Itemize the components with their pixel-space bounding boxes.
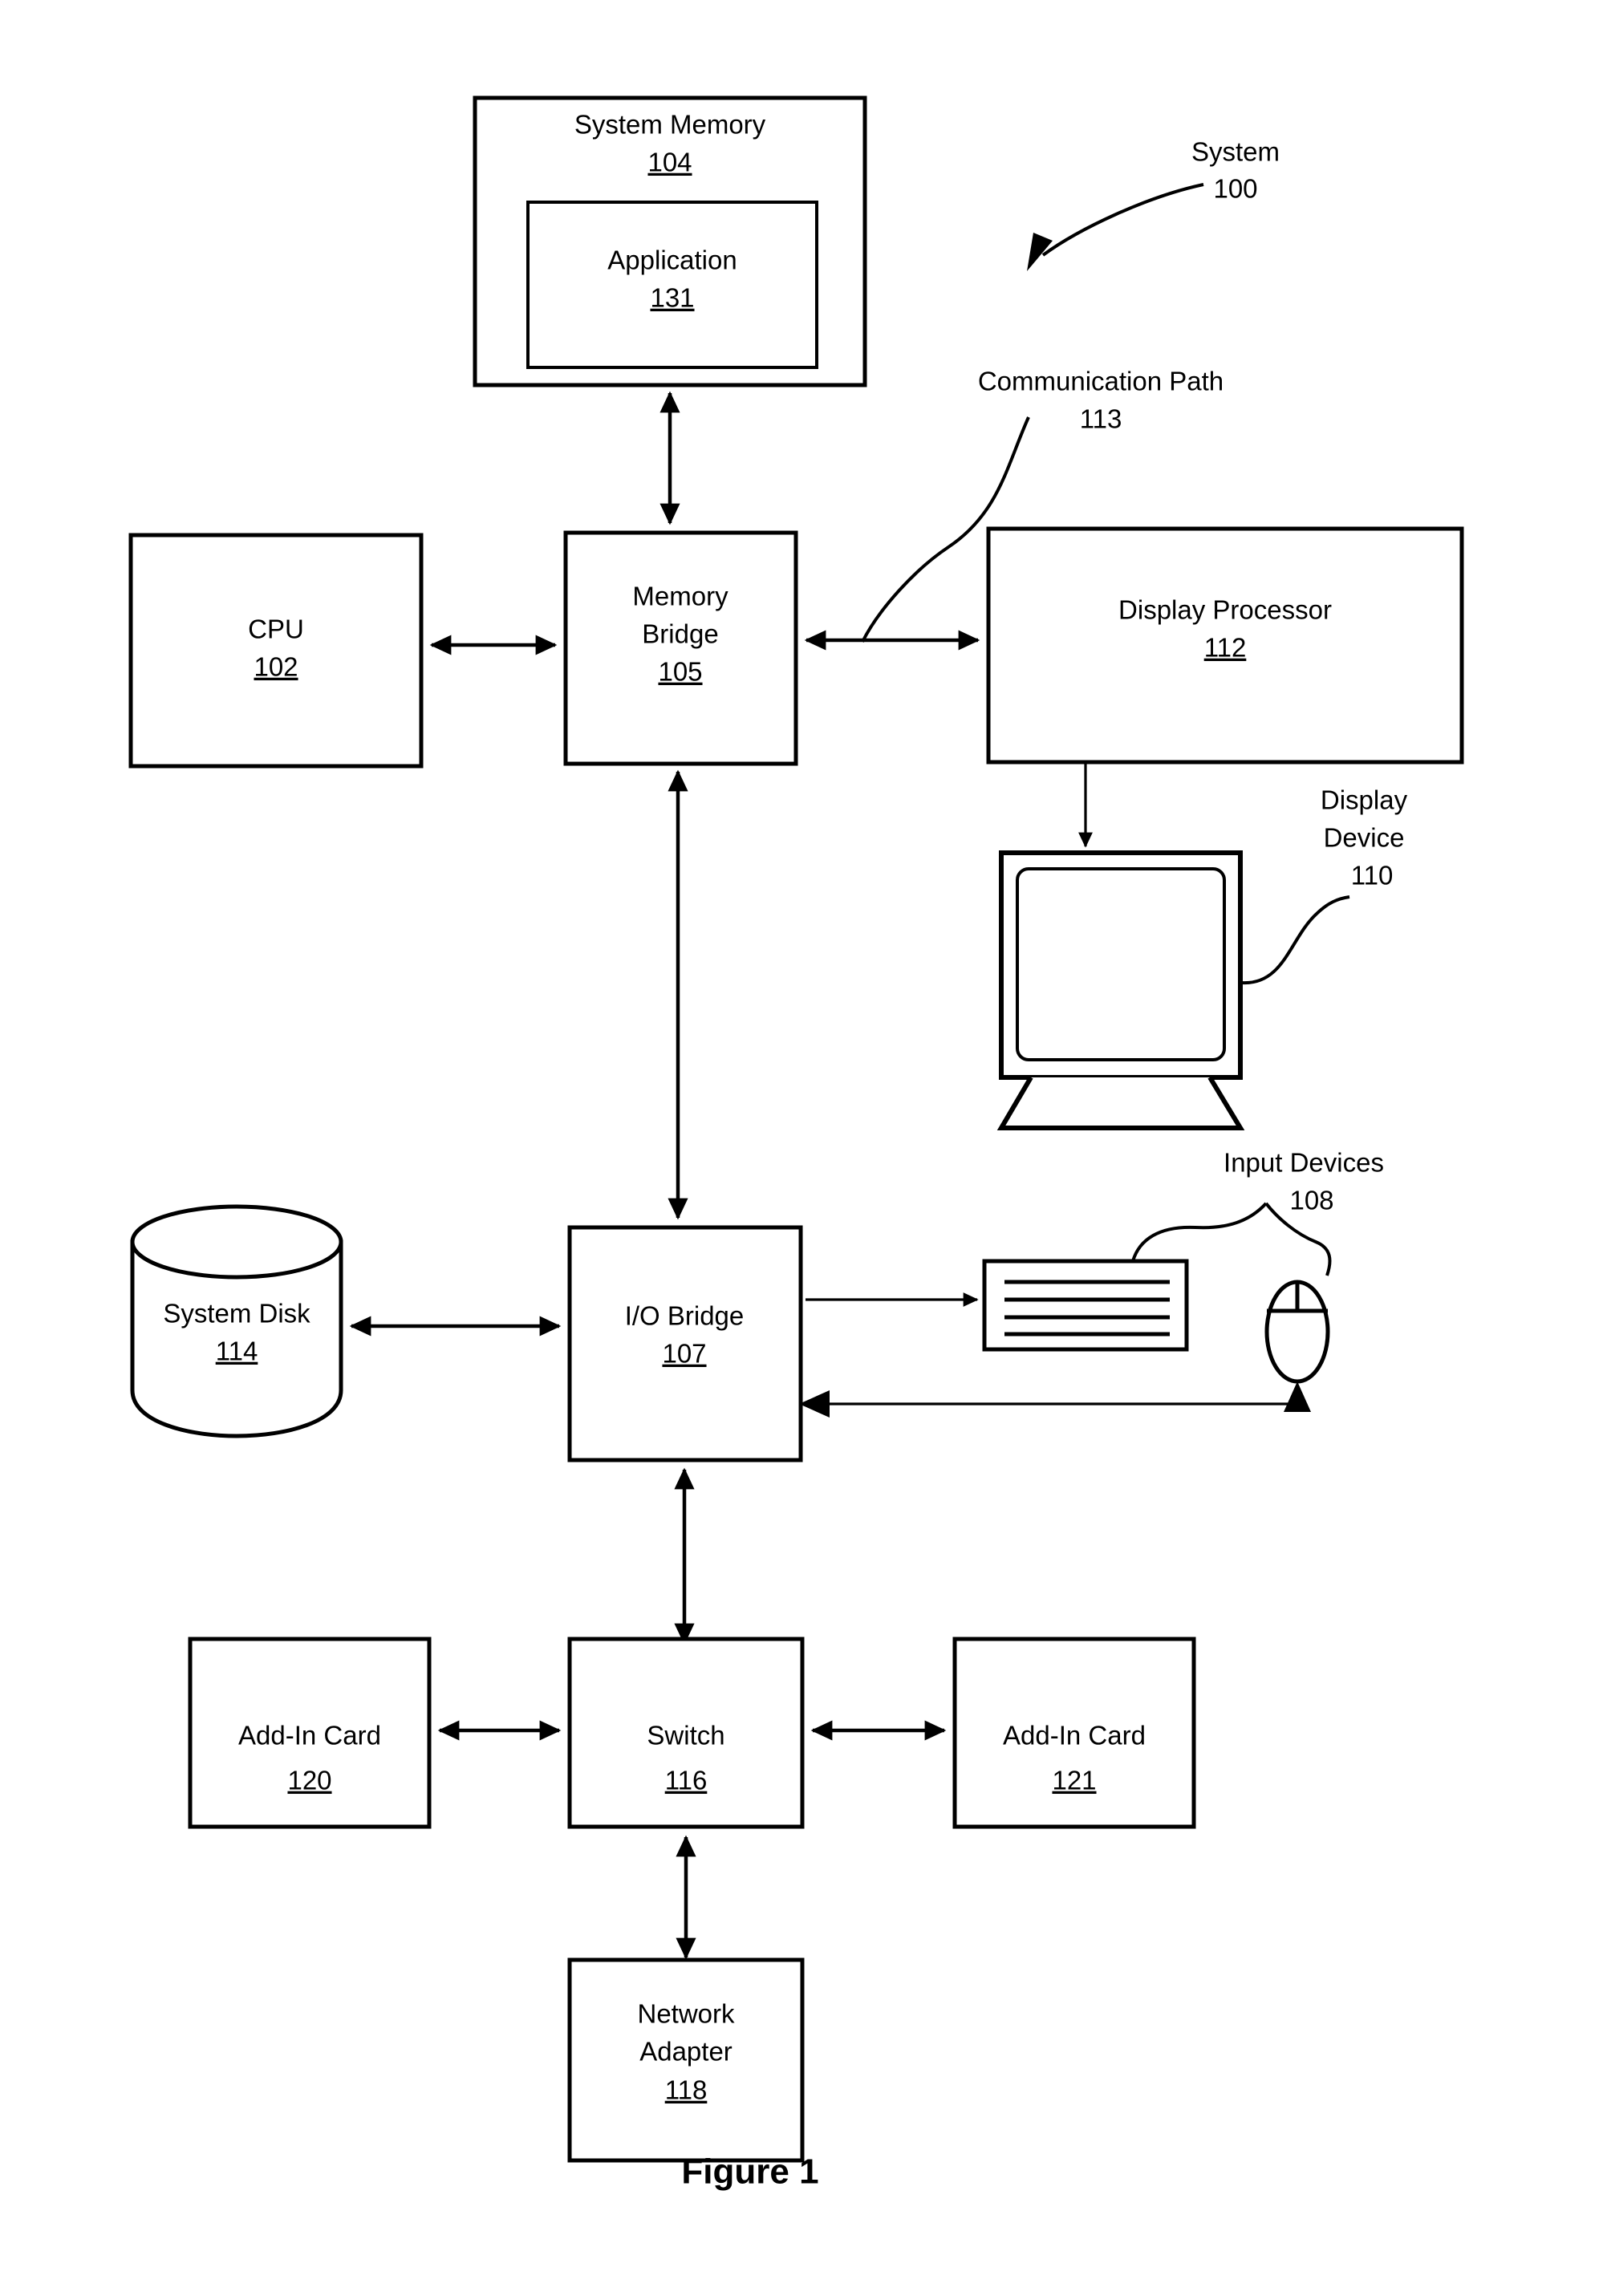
add-in-card-right-label: Add-In Card bbox=[1003, 1721, 1146, 1750]
cylinder-disk-icon: System Disk 114 bbox=[130, 1204, 343, 1438]
network-adapter-label-line1: Network bbox=[637, 1999, 735, 2029]
block-application: Application 131 bbox=[526, 201, 818, 369]
block-switch: Switch 116 bbox=[567, 1637, 805, 1829]
switch-number: 116 bbox=[665, 1766, 708, 1795]
block-network-adapter: Network Adapter 118 bbox=[567, 1957, 805, 2163]
display-processor-label: Display Processor bbox=[1118, 595, 1332, 625]
block-system-memory: System Memory 104 Application 131 bbox=[473, 95, 867, 387]
display-device-label-line1: Display bbox=[1321, 785, 1408, 815]
display-processor-number: 112 bbox=[1204, 633, 1247, 663]
communication-path-label: Communication Path bbox=[978, 367, 1224, 396]
block-io-bridge: I/O Bridge 107 bbox=[567, 1225, 803, 1462]
application-number: 131 bbox=[650, 283, 694, 313]
block-cpu: CPU 102 bbox=[128, 533, 424, 769]
io-bridge-label: I/O Bridge bbox=[625, 1301, 745, 1331]
input-devices-label: Input Devices bbox=[1224, 1148, 1384, 1178]
monitor-base bbox=[996, 1076, 1245, 1130]
network-adapter-label-line2: Adapter bbox=[639, 2037, 733, 2067]
keyboard-icon bbox=[982, 1259, 1189, 1352]
system-memory-number: 104 bbox=[647, 148, 692, 177]
system-callout-leader bbox=[1041, 183, 1204, 257]
cpu-box bbox=[128, 533, 424, 769]
arrow-mouse-to-io-bridge-path bbox=[806, 1400, 1299, 1406]
callout-system: System 100 bbox=[1027, 137, 1280, 271]
arrow-mouse-to-io-bridge-left-head bbox=[799, 1390, 830, 1418]
system-callout-label: System bbox=[1191, 137, 1280, 167]
display-device-label-line2: Device bbox=[1324, 823, 1405, 853]
io-bridge-number: 107 bbox=[662, 1339, 706, 1369]
display-device-number: 110 bbox=[1351, 861, 1394, 890]
add-in-card-right-number: 121 bbox=[1052, 1766, 1096, 1795]
switch-label: Switch bbox=[647, 1721, 724, 1750]
monitor-icon bbox=[996, 850, 1245, 1130]
memory-bridge-label-line2: Bridge bbox=[642, 619, 718, 649]
system-disk-number: 114 bbox=[216, 1337, 258, 1366]
input-devices-leader-left bbox=[1131, 1202, 1268, 1262]
add-in-card-left-number: 120 bbox=[287, 1766, 331, 1795]
cpu-number: 102 bbox=[254, 652, 298, 682]
system-disk-top bbox=[130, 1204, 343, 1280]
system-block-diagram: System Memory 104 Application 131 System… bbox=[128, 95, 1464, 2192]
memory-bridge-label-line1: Memory bbox=[632, 582, 728, 611]
network-adapter-number: 118 bbox=[665, 2075, 708, 2105]
communication-path-number: 113 bbox=[1080, 404, 1122, 434]
block-display-processor: Display Processor 112 bbox=[986, 526, 1464, 765]
system-disk-label: System Disk bbox=[163, 1299, 310, 1329]
cpu-label: CPU bbox=[248, 615, 304, 644]
input-devices-number: 108 bbox=[1289, 1186, 1333, 1215]
block-add-in-card-left: 120 Add-In Card bbox=[188, 1637, 432, 1829]
monitor-screen bbox=[1016, 867, 1226, 1061]
application-label: Application bbox=[607, 245, 737, 275]
mouse-icon bbox=[1264, 1280, 1330, 1384]
callout-input-devices: Input Devices 108 bbox=[1131, 1148, 1384, 1276]
add-in-card-left-label: Add-In Card bbox=[238, 1721, 381, 1750]
display-device-leader bbox=[1241, 895, 1350, 985]
system-callout-number: 100 bbox=[1213, 174, 1257, 204]
callout-display-device: Display Device 110 bbox=[1241, 785, 1408, 985]
system-memory-label: System Memory bbox=[574, 110, 766, 140]
block-memory-bridge: Memory Bridge 105 bbox=[563, 530, 798, 766]
block-add-in-card-right: Add-In Card 121 bbox=[952, 1637, 1196, 1829]
patent-figure-page: System Memory 104 Application 131 System… bbox=[0, 0, 1603, 2296]
figure-caption: Figure 1 bbox=[681, 2152, 818, 2192]
arrow-mouse-to-io-bridge-up-head bbox=[1284, 1381, 1311, 1412]
memory-bridge-number: 105 bbox=[658, 657, 702, 687]
